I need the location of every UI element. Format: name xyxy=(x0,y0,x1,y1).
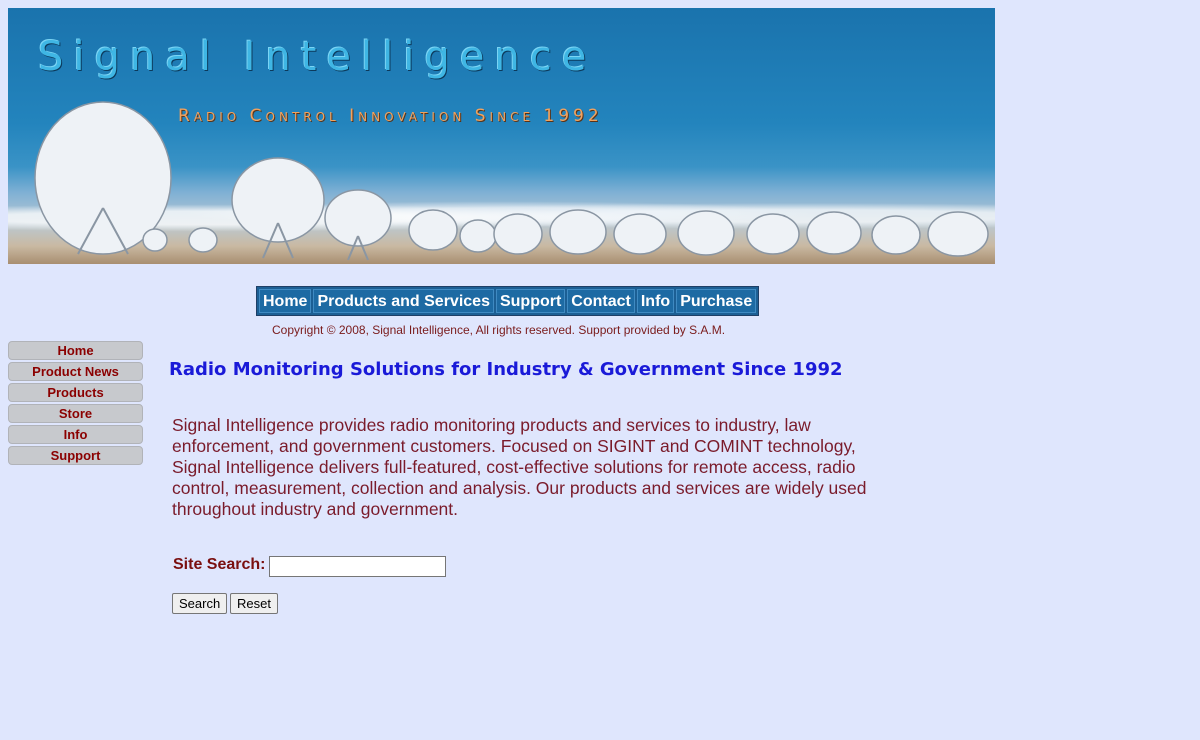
copyright-notice: Copyright © 2008, Signal Intelligence, A… xyxy=(272,323,726,337)
sidenav-support[interactable]: Support xyxy=(8,446,143,465)
banner-title: Signal Intelligence xyxy=(38,34,597,80)
page-headline: Radio Monitoring Solutions for Industry … xyxy=(169,359,843,380)
top-navigation: Home Products and Services Support Conta… xyxy=(256,286,760,316)
search-button[interactable]: Search xyxy=(172,593,228,614)
intro-paragraph: Signal Intelligence provides radio monit… xyxy=(172,415,867,519)
topnav-info[interactable]: Info xyxy=(636,289,675,313)
banner-subtitle: Radio Control Innovation Since 1992 xyxy=(178,106,603,126)
sidenav-info[interactable]: Info xyxy=(8,425,143,444)
sidenav-product-news[interactable]: Product News xyxy=(8,362,143,381)
sidenav-store[interactable]: Store xyxy=(8,404,143,423)
topnav-products-and-services[interactable]: Products and Services xyxy=(313,289,494,313)
topnav-purchase[interactable]: Purchase xyxy=(676,289,757,313)
topnav-support[interactable]: Support xyxy=(495,289,566,313)
reset-button[interactable]: Reset xyxy=(230,593,278,614)
site-search-label: Site Search: xyxy=(173,556,266,573)
sidenav-home[interactable]: Home xyxy=(8,341,143,360)
sidenav-products[interactable]: Products xyxy=(8,383,143,402)
topnav-contact[interactable]: Contact xyxy=(567,289,635,313)
site-search-input[interactable] xyxy=(269,556,446,577)
topnav-home[interactable]: Home xyxy=(259,289,312,313)
side-navigation: Home Product News Products Store Info Su… xyxy=(8,341,143,467)
header-banner: Signal Intelligence Radio Control Innova… xyxy=(8,8,995,264)
